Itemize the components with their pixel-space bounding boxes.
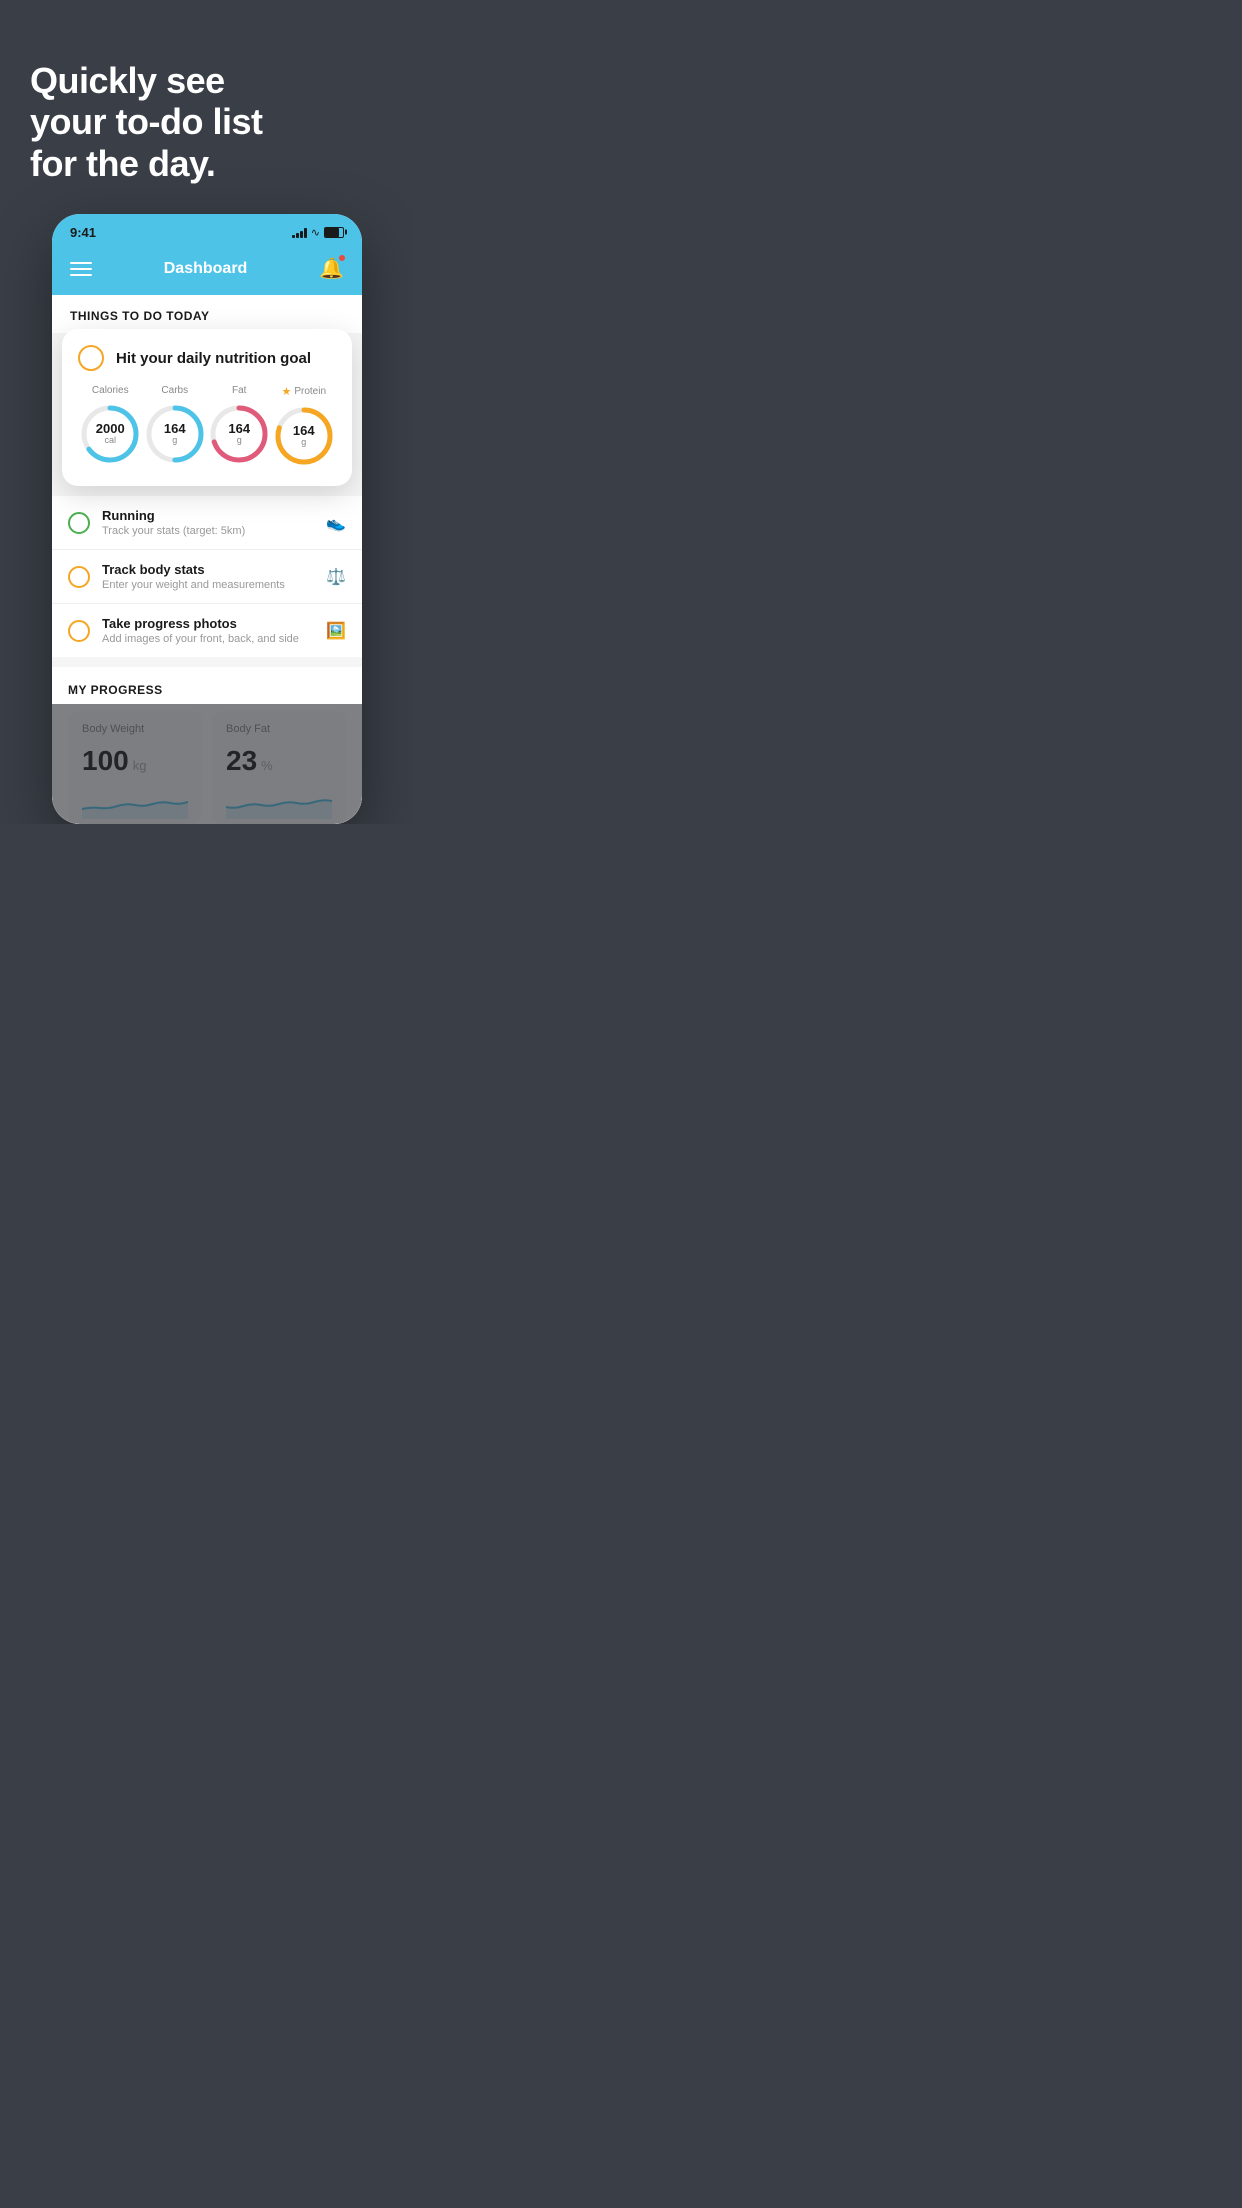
status-bar: 9:41 ∿ [52,214,362,246]
body-weight-card[interactable]: Body Weight 100 kg [68,711,202,824]
notification-dot [338,254,346,262]
protein-donut: 164 g [272,404,336,468]
progress-photos-check-circle[interactable] [68,620,90,642]
calories-donut: 2000 cal [78,402,142,466]
fat-value: 164 g [228,422,250,446]
bell-icon[interactable]: 🔔 [319,256,344,281]
body-fat-sparkline [226,789,332,819]
running-check-circle[interactable] [68,512,90,534]
app-content: THINGS TO DO TODAY Hit your daily nutrit… [52,295,362,824]
nutrition-fat: Fat 164 g [207,385,271,466]
hero-section: Quickly see your to-do list for the day. [0,0,414,214]
nutrition-circles: Calories 2000 cal [78,385,336,468]
status-icons: ∿ [292,226,344,239]
signal-icon [292,226,307,238]
body-weight-sparkline [82,789,188,819]
hamburger-menu[interactable] [70,262,92,276]
body-fat-title: Body Fat [226,723,332,735]
todo-progress-photos[interactable]: Take progress photos Add images of your … [52,604,362,657]
body-weight-value: 100 [82,745,129,777]
fat-donut: 164 g [207,402,271,466]
body-stats-subtitle: Enter your weight and measurements [102,579,314,591]
protein-value: 164 g [293,424,315,448]
calories-value: 2000 cal [96,422,125,446]
running-icon: 👟 [326,513,346,533]
running-title: Running [102,508,314,523]
body-fat-unit: % [261,758,273,773]
star-icon: ★ [281,385,291,398]
todo-running[interactable]: Running Track your stats (target: 5km) 👟 [52,496,362,550]
nutrition-check-circle[interactable] [78,345,104,371]
carbs-donut: 164 g [143,402,207,466]
todo-body-stats[interactable]: Track body stats Enter your weight and m… [52,550,362,604]
nutrition-calories: Calories 2000 cal [78,385,142,466]
body-stats-title: Track body stats [102,562,314,577]
body-weight-title: Body Weight [82,723,188,735]
running-subtitle: Track your stats (target: 5km) [102,525,314,537]
nav-title: Dashboard [164,260,248,278]
progress-heading: MY PROGRESS [68,683,346,697]
progress-cards: Body Weight 100 kg Body Fat [68,711,346,824]
progress-section: MY PROGRESS Body Weight 100 kg [52,667,362,824]
body-weight-unit: kg [133,758,147,773]
progress-photos-subtitle: Add images of your front, back, and side [102,633,314,645]
card-title-row: Hit your daily nutrition goal [78,345,336,371]
body-stats-check-circle[interactable] [68,566,90,588]
nutrition-carbs: Carbs 164 g [143,385,207,466]
battery-icon [324,227,344,238]
scale-icon: ⚖️ [326,567,346,587]
hero-title: Quickly see your to-do list for the day. [30,60,384,184]
todo-list: Running Track your stats (target: 5km) 👟… [52,496,362,657]
progress-photos-title: Take progress photos [102,616,314,631]
things-to-do-header: THINGS TO DO TODAY [52,295,362,333]
protein-label: ★ Protein [281,385,326,398]
wifi-icon: ∿ [311,226,320,239]
fat-label: Fat [232,385,246,396]
photo-icon: 🖼️ [326,621,346,641]
nutrition-card[interactable]: Hit your daily nutrition goal Calories [62,329,352,486]
things-today-heading: THINGS TO DO TODAY [70,309,344,323]
carbs-label: Carbs [161,385,188,396]
nav-bar: Dashboard 🔔 [52,246,362,295]
nutrition-card-title: Hit your daily nutrition goal [116,350,311,367]
body-fat-value: 23 [226,745,257,777]
body-fat-card[interactable]: Body Fat 23 % [212,711,346,824]
phone-mockup: 9:41 ∿ Dashboard 🔔 [52,214,362,824]
calories-label: Calories [92,385,129,396]
nutrition-protein: ★ Protein 164 g [272,385,336,468]
status-time: 9:41 [70,225,96,240]
carbs-value: 164 g [164,422,186,446]
page-wrapper: Quickly see your to-do list for the day.… [0,0,414,824]
